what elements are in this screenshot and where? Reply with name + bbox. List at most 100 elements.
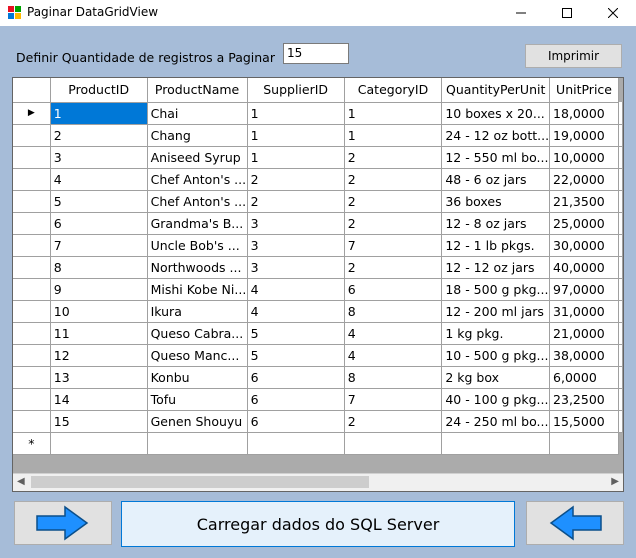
horizontal-scrollbar[interactable]: ◀ ▶ (13, 473, 623, 491)
print-button[interactable]: Imprimir (525, 44, 622, 68)
grid-cell[interactable]: 31,0000 (549, 300, 619, 323)
close-button[interactable] (590, 0, 636, 26)
grid-cell[interactable]: 4 (344, 344, 443, 367)
table-row[interactable]: 5 Chef Anton's ... 2 2 36 boxes 21,3500 (13, 190, 623, 213)
new-row-cell[interactable] (247, 432, 345, 455)
table-row[interactable]: 14 Tofu 6 7 40 - 100 g pkg... 23,2500 (13, 388, 623, 411)
grid-cell[interactable]: 1 (344, 124, 443, 147)
column-header[interactable]: ProductName (147, 78, 248, 103)
grid-cell[interactable]: 23,2500 (549, 388, 619, 411)
table-row[interactable]: ▶ 1 Chai 1 1 10 boxes x 20... 18,0000 (13, 102, 623, 125)
grid-cell[interactable]: 2 (344, 256, 443, 279)
grid-cell[interactable]: 2 (344, 190, 443, 213)
table-row[interactable]: 6 Grandma's B... 3 2 12 - 8 oz jars 25,0000 (13, 212, 623, 235)
grid-cell[interactable]: 12 - 12 oz jars (441, 256, 551, 279)
grid-cell[interactable]: 9 (50, 278, 148, 301)
grid-cell[interactable]: 13 (50, 366, 148, 389)
scroll-thumb[interactable] (31, 476, 369, 488)
grid-cell[interactable]: Genen Shouyu (147, 410, 248, 433)
grid-cell[interactable]: 1 (247, 146, 345, 169)
row-header[interactable]: ▶ (13, 102, 51, 125)
grid-cell[interactable]: 3 (50, 146, 148, 169)
row-header[interactable] (13, 322, 51, 345)
grid-cell[interactable]: 24 - 12 oz bott... (441, 124, 551, 147)
column-header[interactable]: UnitPrice (549, 78, 619, 103)
grid-cell[interactable]: Chang (147, 124, 248, 147)
grid-cell[interactable]: Chef Anton's ... (147, 190, 248, 213)
data-grid[interactable]: ProductID ProductName SupplierID Categor… (12, 77, 624, 492)
grid-cell[interactable]: 5 (50, 190, 148, 213)
table-row[interactable]: 15 Genen Shouyu 6 2 24 - 250 ml bo... 15,5000 (13, 410, 623, 433)
grid-cell[interactable]: Aniseed Syrup (147, 146, 248, 169)
grid-cell[interactable]: 12 - 1 lb pkgs. (441, 234, 551, 257)
grid-cell[interactable]: 10 - 500 g pkg... (441, 344, 551, 367)
grid-cell[interactable]: 12 - 8 oz jars (441, 212, 551, 235)
row-header[interactable] (13, 190, 51, 213)
grid-cell[interactable]: 6 (344, 278, 443, 301)
row-header[interactable] (13, 212, 51, 235)
row-header[interactable] (13, 388, 51, 411)
previous-page-button[interactable] (14, 501, 112, 545)
grid-cell[interactable]: 8 (344, 300, 443, 323)
grid-cell[interactable]: 1 (344, 102, 443, 125)
maximize-button[interactable] (544, 0, 590, 26)
row-header[interactable] (13, 278, 51, 301)
grid-cell[interactable]: 2 (344, 212, 443, 235)
page-size-input[interactable]: 15 (283, 43, 349, 64)
grid-cell[interactable]: 4 (247, 278, 345, 301)
grid-cell[interactable]: 38,0000 (549, 344, 619, 367)
minimize-button[interactable] (498, 0, 544, 26)
grid-cell[interactable]: 10 boxes x 20... (441, 102, 551, 125)
new-row-cell[interactable] (344, 432, 443, 455)
new-row-cell[interactable] (549, 432, 619, 455)
grid-cell[interactable]: Ikura (147, 300, 248, 323)
grid-cell[interactable]: 12 - 200 ml jars (441, 300, 551, 323)
table-row[interactable]: 7 Uncle Bob's ... 3 7 12 - 1 lb pkgs. 30,0000 (13, 234, 623, 257)
grid-cell[interactable]: 48 - 6 oz jars (441, 168, 551, 191)
column-header[interactable]: ProductID (50, 78, 148, 103)
grid-cell[interactable]: 2 (344, 168, 443, 191)
grid-cell[interactable]: 6 (247, 388, 345, 411)
grid-cell[interactable]: Northwoods ... (147, 256, 248, 279)
grid-cell[interactable]: 11 (50, 322, 148, 345)
scroll-right-icon[interactable]: ▶ (611, 476, 619, 487)
grid-cell[interactable]: 8 (344, 366, 443, 389)
grid-cell[interactable]: 19,0000 (549, 124, 619, 147)
table-row[interactable]: 10 Ikura 4 8 12 - 200 ml jars 31,0000 (13, 300, 623, 323)
grid-cell[interactable]: 4 (247, 300, 345, 323)
grid-cell[interactable]: 12 - 550 ml bo... (441, 146, 551, 169)
grid-cell[interactable]: Queso Manc... (147, 344, 248, 367)
table-row[interactable]: 11 Queso Cabra... 5 4 1 kg pkg. 21,0000 (13, 322, 623, 345)
row-header[interactable] (13, 168, 51, 191)
grid-cell[interactable]: 1 (247, 102, 345, 125)
row-header-corner[interactable] (13, 78, 51, 103)
grid-cell[interactable]: 1 (50, 102, 148, 125)
grid-cell[interactable]: 2 (344, 146, 443, 169)
grid-cell[interactable]: Chai (147, 102, 248, 125)
grid-cell[interactable]: 21,0000 (549, 322, 619, 345)
grid-cell[interactable]: 3 (247, 234, 345, 257)
grid-cell[interactable]: 18,0000 (549, 102, 619, 125)
grid-cell[interactable]: 1 kg pkg. (441, 322, 551, 345)
grid-cell[interactable]: 97,0000 (549, 278, 619, 301)
new-row-cell[interactable] (50, 432, 148, 455)
new-row-cell[interactable] (147, 432, 248, 455)
grid-cell[interactable]: 2 (344, 410, 443, 433)
grid-cell[interactable]: 14 (50, 388, 148, 411)
grid-cell[interactable]: 8 (50, 256, 148, 279)
new-row[interactable]: * (13, 432, 623, 455)
row-header[interactable] (13, 234, 51, 257)
grid-cell[interactable]: Konbu (147, 366, 248, 389)
grid-cell[interactable]: 6 (247, 366, 345, 389)
load-data-button[interactable]: Carregar dados do SQL Server (121, 501, 515, 547)
grid-cell[interactable]: 6 (50, 212, 148, 235)
grid-cell[interactable]: 10 (50, 300, 148, 323)
grid-cell[interactable]: 3 (247, 212, 345, 235)
row-header[interactable] (13, 124, 51, 147)
table-row[interactable]: 12 Queso Manc... 5 4 10 - 500 g pkg... 38,000… (13, 344, 623, 367)
row-header[interactable] (13, 300, 51, 323)
grid-cell[interactable]: 3 (247, 256, 345, 279)
grid-cell[interactable]: 2 (50, 124, 148, 147)
grid-cell[interactable]: Mishi Kobe Ni... (147, 278, 248, 301)
next-page-button[interactable] (526, 501, 624, 545)
